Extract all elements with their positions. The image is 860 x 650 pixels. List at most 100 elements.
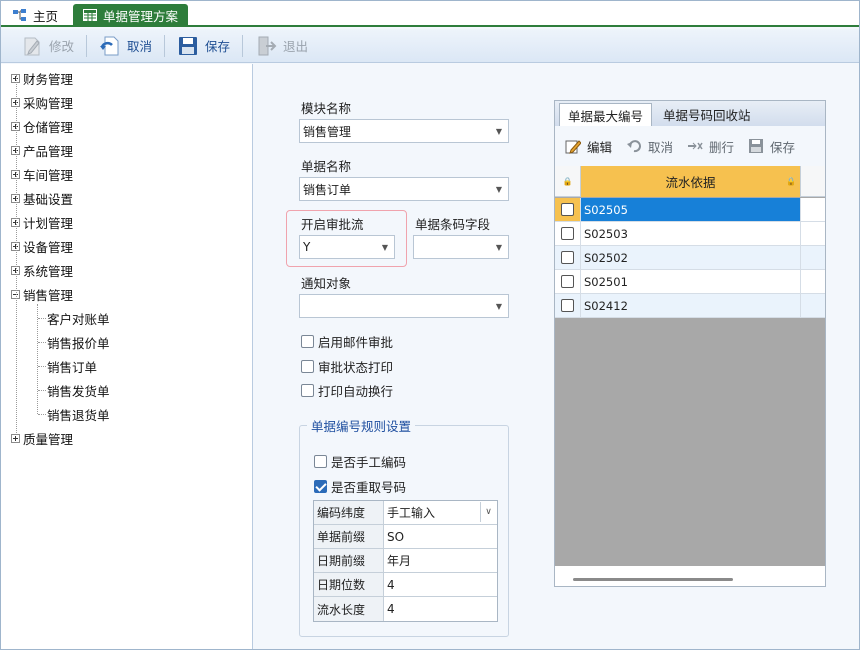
table-row[interactable]: S02505 [555, 198, 825, 222]
tree-connector [38, 366, 46, 367]
app-window: 主页 单据管理方案 修改 取消 保存 退出 财务管理 采购管理 仓储管理 产品管… [0, 0, 860, 650]
panel-toolbar: 编辑 取消 删行 保存 [555, 126, 825, 166]
exit-button[interactable]: 退出 [249, 33, 314, 59]
checkbox-box[interactable] [301, 384, 314, 397]
tree-connector [16, 75, 17, 439]
tree-leaf-customer-statement[interactable]: 客户对账单 [47, 308, 110, 328]
approval-print-label: 审批状态打印 [318, 360, 394, 375]
tree-node-label: 系统管理 [23, 263, 74, 279]
property-value-input[interactable]: SO [384, 525, 497, 548]
panel-tab-strip: 单据最大编号 单据号码回收站 [555, 101, 825, 126]
table-row[interactable]: S02502 [555, 246, 825, 270]
tree-node-finance[interactable]: 财务管理 [11, 68, 73, 88]
save-button[interactable]: 保存 [171, 33, 236, 59]
property-value-select[interactable]: 手工输入 ∨ [384, 501, 497, 524]
approval-print-checkbox[interactable]: 审批状态打印 [301, 357, 393, 376]
tree-node-purchase[interactable]: 采购管理 [11, 92, 73, 112]
row-checkbox[interactable] [561, 299, 574, 312]
table-row[interactable]: S02503 [555, 222, 825, 246]
row-selector[interactable] [555, 198, 581, 221]
tab-home[interactable]: 主页 [5, 4, 66, 27]
checkbox-box[interactable] [301, 360, 314, 373]
tree-node-basic-settings[interactable]: 基础设置 [11, 188, 73, 208]
tree-node-quality[interactable]: 质量管理 [11, 428, 73, 448]
row-checkbox[interactable] [561, 203, 574, 216]
barcode-field-select[interactable]: ▼ [413, 235, 509, 259]
barcode-field-label: 单据条码字段 [415, 217, 491, 232]
column-header-serial-basis[interactable]: 流水依据 🔒 [581, 166, 801, 197]
horizontal-scrollbar[interactable] [573, 578, 733, 581]
tree-node-product[interactable]: 产品管理 [11, 140, 73, 160]
lock-icon: 🔒 [786, 177, 796, 186]
tree-node-warehouse[interactable]: 仓储管理 [11, 116, 73, 136]
tree-connector [38, 318, 46, 319]
exit-label: 退出 [283, 39, 309, 54]
tree-connector [38, 390, 46, 391]
dropdown-arrow-icon[interactable]: ▼ [490, 178, 508, 200]
tree-node-label: 产品管理 [23, 143, 74, 159]
module-name-select[interactable]: 销售管理 ▼ [299, 119, 509, 143]
tab-recycle-bin[interactable]: 单据号码回收站 [655, 103, 759, 126]
row-selector[interactable] [555, 246, 581, 269]
tree-node-system[interactable]: 系统管理 [11, 260, 73, 280]
row-checkbox[interactable] [561, 275, 574, 288]
table-row[interactable]: S02412 [555, 294, 825, 318]
approval-flow-label: 开启审批流 [301, 217, 364, 232]
floppy-icon [748, 138, 764, 154]
row-value[interactable]: S02412 [581, 294, 801, 317]
tree-node-label: 基础设置 [23, 191, 74, 207]
notify-target-select[interactable]: ▼ [299, 294, 509, 318]
dropdown-arrow-icon[interactable]: ▼ [490, 295, 508, 317]
panel-save-button[interactable]: 保存 [748, 137, 795, 156]
tree-node-sales[interactable]: 销售管理 [11, 284, 73, 304]
edit-doc-icon [21, 35, 43, 57]
panel-cancel-button[interactable]: 取消 [626, 137, 673, 156]
tab-max-number[interactable]: 单据最大编号 [559, 103, 653, 126]
row-value[interactable]: S02501 [581, 270, 801, 293]
dropdown-arrow-icon[interactable]: ▼ [376, 236, 394, 258]
tree-leaf-sales-quote[interactable]: 销售报价单 [47, 332, 110, 352]
row-value[interactable]: S02505 [581, 198, 801, 221]
tree-node-planning[interactable]: 计划管理 [11, 212, 73, 232]
undo-icon [626, 138, 642, 154]
tree-leaf-sales-return[interactable]: 销售退货单 [47, 404, 110, 424]
row-checkbox[interactable] [561, 251, 574, 264]
property-value-input[interactable]: 4 [384, 597, 497, 621]
property-value: 手工输入 [387, 506, 436, 520]
delete-row-button[interactable]: 删行 [687, 137, 734, 156]
tree-node-workshop[interactable]: 车间管理 [11, 164, 73, 184]
dropdown-arrow-icon[interactable]: ▼ [490, 120, 508, 142]
row-value[interactable]: S02503 [581, 222, 801, 245]
table-row[interactable]: S02501 [555, 270, 825, 294]
approval-flow-select[interactable]: Y ▼ [299, 235, 395, 259]
manual-code-checkbox[interactable]: 是否手工编码 [314, 452, 406, 471]
tree-node-label: 财务管理 [23, 71, 74, 87]
dropdown-arrow-icon[interactable]: ▼ [490, 236, 508, 258]
row-selector[interactable] [555, 222, 581, 245]
property-row: 流水长度 4 [314, 597, 497, 621]
reuse-code-checkbox[interactable]: 是否重取号码 [314, 477, 406, 496]
row-checkbox[interactable] [561, 227, 574, 240]
print-wrap-checkbox[interactable]: 打印自动换行 [301, 381, 393, 400]
chevron-down-icon[interactable]: ∨ [480, 502, 496, 522]
modify-button[interactable]: 修改 [15, 33, 80, 59]
expand-icon[interactable] [11, 433, 20, 443]
tree-leaf-sales-order[interactable]: 销售订单 [47, 356, 97, 376]
edit-button[interactable]: 编辑 [565, 137, 612, 156]
main-toolbar: 修改 取消 保存 退出 [1, 29, 859, 63]
checkbox-box[interactable] [314, 455, 327, 468]
tree-node-label: 销售管理 [23, 287, 74, 303]
doc-name-select[interactable]: 销售订单 ▼ [299, 177, 509, 201]
row-selector[interactable] [555, 270, 581, 293]
tree-node-equipment[interactable]: 设备管理 [11, 236, 73, 256]
tab-doc-scheme[interactable]: 单据管理方案 [73, 4, 189, 27]
checkbox-checked[interactable] [314, 480, 327, 493]
row-value[interactable]: S02502 [581, 246, 801, 269]
cancel-button[interactable]: 取消 [93, 33, 158, 59]
checkbox-box[interactable] [301, 335, 314, 348]
property-value-input[interactable]: 年月 [384, 549, 497, 572]
tree-leaf-sales-delivery[interactable]: 销售发货单 [47, 380, 110, 400]
row-selector[interactable] [555, 294, 581, 317]
mail-approval-checkbox[interactable]: 启用邮件审批 [301, 332, 393, 351]
property-value-input[interactable]: 4 [384, 573, 497, 596]
